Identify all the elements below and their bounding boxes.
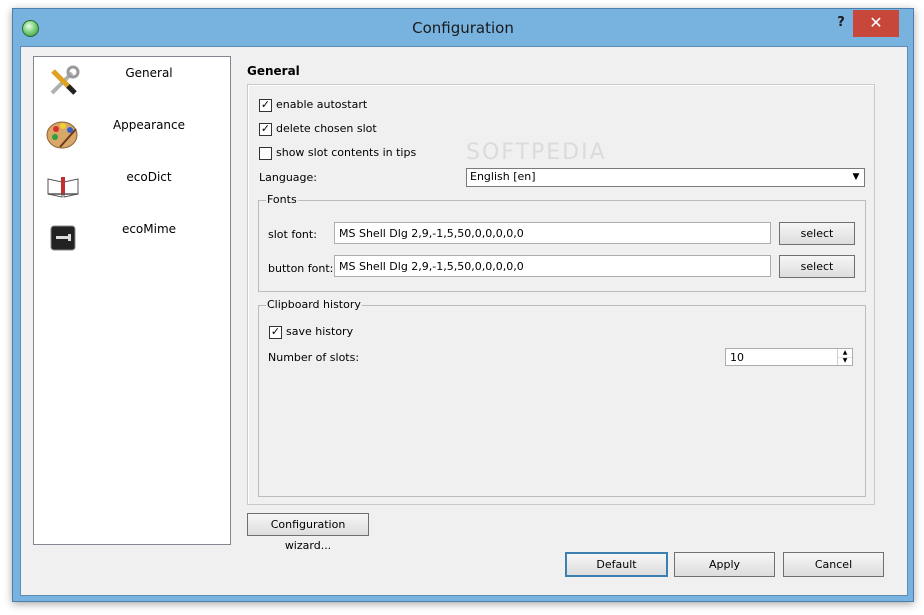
title-bar[interactable]: Configuration ? ✕ xyxy=(13,9,913,47)
clipboard-history-title: Clipboard history xyxy=(266,298,362,311)
sidebar-item-label: General xyxy=(125,66,173,80)
save-history-label: save history xyxy=(286,325,354,338)
fonts-group: Fonts slot font: MS Shell Dlg 2,9,-1,5,5… xyxy=(258,193,866,292)
watermark: SOFTPEDIA xyxy=(466,140,607,165)
enable-autostart-box[interactable]: ✓ xyxy=(259,99,272,112)
tools-icon xyxy=(50,65,80,95)
slot-font-select-button[interactable]: select xyxy=(779,222,855,245)
button-font-value: MS Shell Dlg 2,9,-1,5,50,0,0,0,0,0 xyxy=(339,260,524,273)
category-list: General Appearance ecoDict ecoMime xyxy=(33,56,231,545)
language-select[interactable]: English [en] ▼ xyxy=(466,168,865,187)
configuration-wizard-button[interactable]: Configuration wizard... xyxy=(247,513,369,552)
slot-font-field[interactable]: MS Shell Dlg 2,9,-1,5,50,0,0,0,0,0 xyxy=(334,222,771,244)
page-title: General xyxy=(247,64,300,78)
sidebar-item-label: Appearance xyxy=(112,118,186,132)
delete-chosen-slot-box[interactable]: ✓ xyxy=(259,123,272,136)
terminal-icon xyxy=(50,225,76,251)
button-font-label: button font: xyxy=(268,262,334,275)
show-slot-contents-box[interactable] xyxy=(259,147,272,160)
number-of-slots-spinbox[interactable]: 10 ▲ ▼ xyxy=(725,348,853,366)
cancel-button[interactable]: Cancel xyxy=(783,552,884,577)
configuration-window: Configuration ? ✕ General Appearance eco… xyxy=(12,8,914,602)
help-button[interactable]: ? xyxy=(831,15,851,35)
number-of-slots-value: 10 xyxy=(730,351,744,364)
palette-icon xyxy=(46,121,78,149)
book-icon xyxy=(47,177,79,198)
sidebar-item-label: ecoMime xyxy=(121,222,177,236)
default-button[interactable]: Default xyxy=(565,552,668,577)
dialog-body: General Appearance ecoDict ecoMime Gener… xyxy=(20,46,908,596)
clipboard-history-group: Clipboard history ✓ save history Number … xyxy=(258,298,866,497)
show-slot-contents-label: show slot contents in tips xyxy=(276,146,417,159)
button-font-field[interactable]: MS Shell Dlg 2,9,-1,5,50,0,0,0,0,0 xyxy=(334,255,771,277)
sidebar-item-general[interactable]: General xyxy=(34,65,230,115)
language-label: Language: xyxy=(259,171,317,184)
number-of-slots-label: Number of slots: xyxy=(268,351,360,364)
button-font-select-button[interactable]: select xyxy=(779,255,855,278)
slot-font-label: slot font: xyxy=(268,228,317,241)
save-history-box[interactable]: ✓ xyxy=(269,326,282,339)
delete-chosen-slot-label: delete chosen slot xyxy=(276,122,377,135)
fonts-group-title: Fonts xyxy=(266,193,298,206)
sidebar-item-appearance[interactable]: Appearance xyxy=(34,117,230,167)
sidebar-item-label: ecoDict xyxy=(126,170,172,184)
apply-button[interactable]: Apply xyxy=(674,552,775,577)
close-button[interactable]: ✕ xyxy=(853,10,899,37)
general-panel: SOFTPEDIA ✓ enable autostart ✓ delete ch… xyxy=(247,84,875,505)
slot-font-value: MS Shell Dlg 2,9,-1,5,50,0,0,0,0,0 xyxy=(339,227,524,240)
spin-down-icon[interactable]: ▼ xyxy=(837,357,852,365)
chevron-down-icon[interactable]: ▼ xyxy=(848,169,864,186)
sidebar-item-ecodict[interactable]: ecoDict xyxy=(34,169,230,219)
sidebar-item-ecomime[interactable]: ecoMime xyxy=(34,221,230,271)
window-title: Configuration xyxy=(412,19,514,37)
enable-autostart-label: enable autostart xyxy=(276,98,368,111)
language-value: English [en] xyxy=(470,170,536,183)
